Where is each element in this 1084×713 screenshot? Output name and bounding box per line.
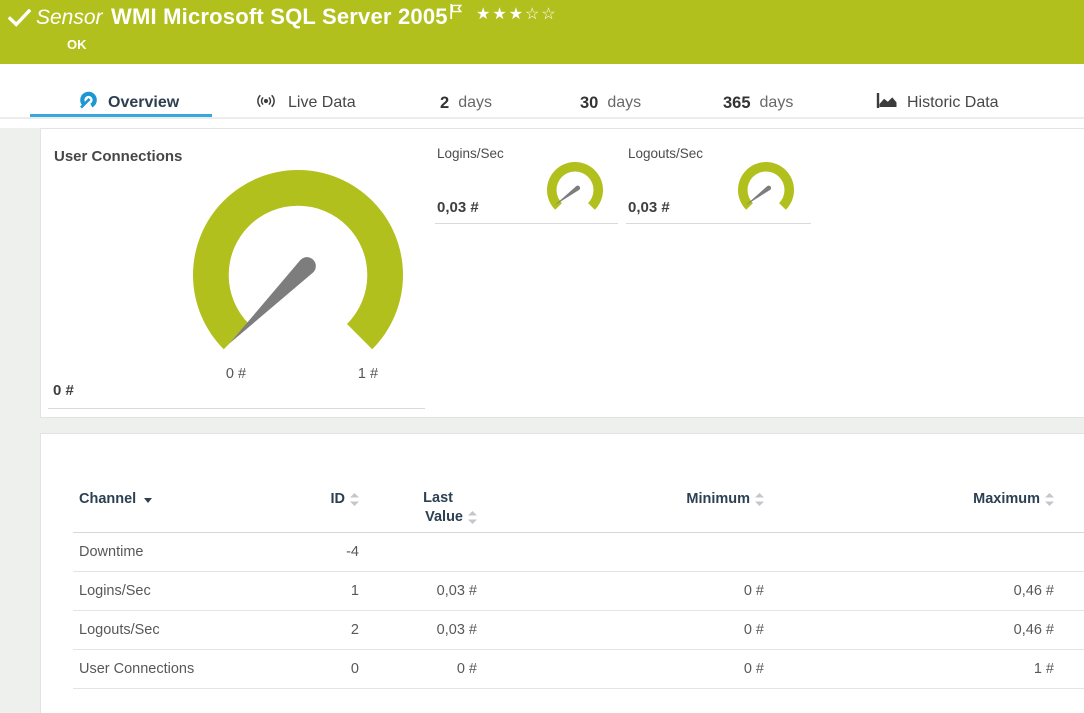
channels-table-panel: Channel ID Last Value Minimum Maximum Do…: [40, 433, 1084, 713]
sensor-kind-label: Sensor: [36, 6, 103, 30]
main-gauge-divider: [48, 408, 425, 409]
tab-30-days-label: days: [607, 94, 641, 112]
logouts-gauge-value: 0,03 #: [628, 199, 670, 216]
area-chart-icon: [876, 92, 898, 114]
tab-365-days-number: 365: [723, 94, 751, 113]
logouts-gauge: [738, 162, 794, 218]
tab-historic-data[interactable]: Historic Data: [876, 90, 999, 116]
flag-icon[interactable]: [449, 3, 463, 25]
logins-gauge-value: 0,03 #: [437, 199, 479, 216]
cell-max: 0,46 #: [881, 622, 1054, 638]
cell-id: -4: [241, 544, 359, 560]
overview-panel: User Connections 0 # 1 # 0 # Logins/Sec …: [40, 128, 1084, 418]
table-row[interactable]: Downtime -4: [73, 533, 1084, 572]
tab-bar: Overview Live Data 2 days 30 days 365 da…: [0, 64, 1084, 128]
cell-channel: Logins/Sec: [79, 583, 151, 599]
table-row[interactable]: Logouts/Sec 2 0,03 # 0 # 0,46 #: [73, 611, 1084, 650]
column-header-id-label: ID: [331, 491, 346, 507]
status-badge: OK: [67, 37, 87, 52]
cell-channel: User Connections: [79, 661, 194, 677]
column-header-id[interactable]: ID: [241, 491, 359, 507]
cell-channel: Logouts/Sec: [79, 622, 160, 638]
column-header-maximum[interactable]: Maximum: [881, 491, 1054, 507]
tab-2-days-label: days: [458, 94, 492, 112]
sort-arrows-icon: [755, 493, 764, 506]
main-gauge-max-label: 1 #: [338, 366, 398, 382]
logouts-gauge-divider: [626, 223, 811, 224]
logins-gauge: [547, 162, 603, 218]
cell-id: 0: [241, 661, 359, 677]
check-icon: [8, 9, 31, 32]
column-header-value-label: Value: [425, 508, 463, 527]
logins-gauge-divider: [435, 223, 618, 224]
tab-live-data-label: Live Data: [288, 94, 356, 112]
table-row[interactable]: Logins/Sec 1 0,03 # 0 # 0,46 #: [73, 572, 1084, 611]
tab-30-days[interactable]: 30 days: [580, 90, 641, 116]
sort-arrows-icon: [1045, 493, 1054, 506]
cell-min: 0 #: [591, 622, 764, 638]
cell-id: 1: [241, 583, 359, 599]
tab-historic-data-label: Historic Data: [907, 94, 999, 112]
sort-caret-down-icon: [144, 498, 152, 503]
logins-gauge-title: Logins/Sec: [437, 146, 504, 161]
tab-2-days[interactable]: 2 days: [440, 90, 492, 116]
cell-max: 1 #: [881, 661, 1054, 677]
tab-overview[interactable]: Overview: [78, 90, 179, 116]
sort-arrows-icon: [350, 493, 359, 506]
stars-empty: ☆☆: [525, 6, 558, 23]
page-title: WMI Microsoft SQL Server 2005: [111, 4, 448, 30]
tab-30-days-number: 30: [580, 94, 598, 113]
cell-min: 0 #: [591, 583, 764, 599]
user-connections-gauge: [193, 170, 403, 380]
channel-table-body: Downtime-4Logins/Sec10,03 #0 #0,46 #Logo…: [73, 533, 1084, 689]
cell-max: 0,46 #: [881, 583, 1054, 599]
main-gauge-value: 0 #: [53, 382, 74, 399]
table-row[interactable]: User Connections 0 0 # 0 # 1 #: [73, 650, 1084, 689]
cell-min: 0 #: [591, 661, 764, 677]
logouts-gauge-title: Logouts/Sec: [628, 146, 703, 161]
column-header-last-label: Last: [371, 489, 477, 508]
tab-live-data[interactable]: Live Data: [253, 90, 356, 116]
main-gauge-title: User Connections: [54, 148, 182, 165]
main-gauge-min-label: 0 #: [206, 366, 266, 382]
column-header-last-value[interactable]: Last Value: [371, 489, 477, 527]
column-header-minimum[interactable]: Minimum: [591, 491, 764, 507]
gauge-icon: [78, 91, 99, 116]
cell-last: 0,03 #: [371, 622, 477, 638]
cell-last: 0,03 #: [371, 583, 477, 599]
tab-2-days-number: 2: [440, 94, 449, 113]
column-header-minimum-label: Minimum: [686, 491, 750, 507]
tab-overview-label: Overview: [108, 94, 179, 112]
cell-last: 0 #: [371, 661, 477, 677]
tab-365-days[interactable]: 365 days: [723, 90, 793, 116]
sensor-status-header: Sensor WMI Microsoft SQL Server 2005 ★★★…: [0, 0, 1084, 64]
column-header-maximum-label: Maximum: [973, 491, 1040, 507]
cell-channel: Downtime: [79, 544, 143, 560]
tab-365-days-label: days: [760, 94, 794, 112]
priority-stars[interactable]: ★★★☆☆: [476, 4, 558, 24]
broadcast-icon: [253, 93, 279, 114]
cell-id: 2: [241, 622, 359, 638]
sort-arrows-icon: [468, 511, 477, 524]
stars-filled: ★★★: [476, 6, 525, 23]
column-header-channel-label: Channel: [79, 491, 136, 507]
column-header-channel[interactable]: Channel: [79, 491, 152, 507]
tabbar-baseline: [0, 117, 1084, 119]
